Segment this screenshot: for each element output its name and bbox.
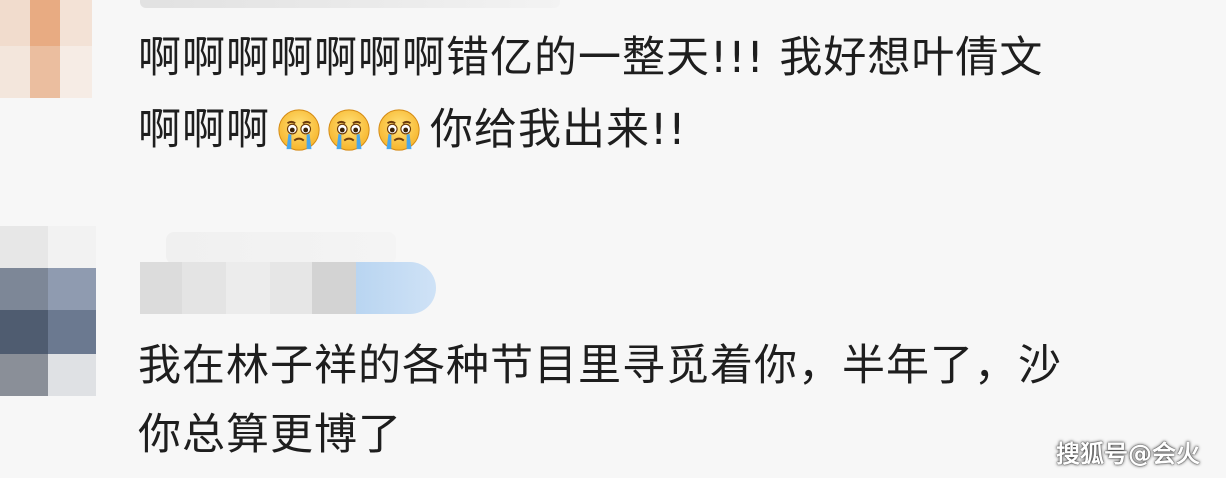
username-blurred[interactable] [140,0,560,8]
comment-text-line: 你总算更博了 [138,410,402,460]
username-blurred[interactable] [140,262,436,314]
watermark: 搜狐号@会火 [1056,440,1200,468]
crying-face-icon [278,109,320,151]
avatar[interactable] [0,226,96,396]
crying-face-icon [378,109,420,151]
comment-text-line: 我在林子祥的各种节目里寻觅着你，半年了，沙 [138,341,1062,391]
comment-text-segment: 啊啊啊 [138,105,270,155]
crying-face-icon [328,109,370,151]
avatar[interactable] [0,0,92,98]
username-blur-background [166,232,396,264]
comment-text-line: 啊啊啊 你给我出来!! [138,100,686,160]
comment-feed: 啊啊啊啊啊啊啊错亿的一整天!!! 我好想叶倩文 啊啊啊 你给我出来!! 我在林子… [0,0,1226,478]
emoji-group [276,107,426,153]
comment-text-segment: 你给我出来!! [430,105,687,155]
comment-text-line: 啊啊啊啊啊啊啊错亿的一整天!!! 我好想叶倩文 [138,33,1044,83]
